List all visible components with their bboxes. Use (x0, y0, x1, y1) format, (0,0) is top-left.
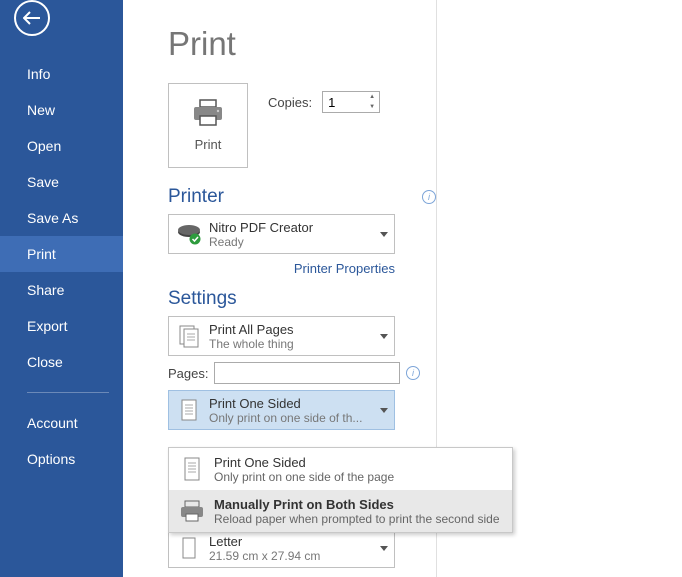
sides-title: Print One Sided (209, 396, 374, 411)
option-title: Manually Print on Both Sides (214, 497, 500, 512)
print-range-sub: The whole thing (209, 337, 374, 351)
sidebar-item-info[interactable]: Info (0, 56, 123, 92)
print-range-title: Print All Pages (209, 322, 374, 337)
option-title: Print One Sided (214, 455, 394, 470)
printer-dropdown[interactable]: Nitro PDF Creator Ready (168, 214, 395, 254)
option-sub: Reload paper when prompted to print the … (214, 512, 500, 526)
sidebar-item-close[interactable]: Close (0, 344, 123, 380)
chevron-down-icon (380, 232, 388, 237)
pages-input[interactable] (214, 362, 400, 384)
page-title: Print (168, 25, 436, 63)
page-icon (180, 536, 198, 560)
sidebar-item-share[interactable]: Share (0, 272, 123, 308)
print-button[interactable]: Print (168, 83, 248, 168)
info-icon[interactable]: i (406, 366, 420, 380)
pages-label: Pages: (168, 366, 208, 381)
one-sided-icon (180, 398, 198, 422)
copies-spinner[interactable]: ▲ ▼ (365, 92, 379, 112)
sidebar-separator (27, 392, 109, 393)
sides-option-manual-duplex[interactable]: Manually Print on Both Sides Reload pape… (169, 490, 512, 532)
paper-sub: 21.59 cm x 27.94 cm (209, 549, 374, 563)
printer-icon (191, 99, 225, 127)
printer-heading: Printer (168, 186, 224, 208)
backstage-sidebar: InfoNewOpenSaveSave AsPrintShareExportCl… (0, 0, 123, 577)
sides-dropdown[interactable]: Print One Sided Only print on one side o… (168, 390, 395, 430)
sidebar-item-save-as[interactable]: Save As (0, 200, 123, 236)
sides-option-one-sided[interactable]: Print One Sided Only print on one side o… (169, 448, 512, 490)
one-sided-icon (181, 455, 203, 483)
back-button[interactable] (14, 0, 50, 36)
sidebar-item-account[interactable]: Account (0, 405, 123, 441)
both-sides-icon (178, 499, 206, 523)
sidebar-item-print[interactable]: Print (0, 236, 123, 272)
printer-properties-link[interactable]: Printer Properties (294, 261, 395, 276)
info-icon[interactable]: i (422, 190, 436, 204)
chevron-down-icon (380, 334, 388, 339)
sides-sub: Only print on one side of th... (209, 411, 374, 425)
pages-icon (178, 324, 200, 348)
copies-label: Copies: (268, 95, 312, 110)
sidebar-item-options[interactable]: Options (0, 441, 123, 477)
printer-status: Ready (209, 235, 374, 249)
chevron-down-icon (380, 408, 388, 413)
sides-dropdown-menu: Print One Sided Only print on one side o… (168, 447, 513, 533)
sidebar-item-save[interactable]: Save (0, 164, 123, 200)
spinner-up-icon[interactable]: ▲ (365, 92, 379, 102)
print-range-dropdown[interactable]: Print All Pages The whole thing (168, 316, 395, 356)
back-arrow-icon (23, 11, 41, 25)
printer-name: Nitro PDF Creator (209, 220, 374, 235)
printer-ready-icon (176, 223, 202, 245)
settings-heading: Settings (168, 288, 237, 310)
option-sub: Only print on one side of the page (214, 470, 394, 484)
paper-size-dropdown[interactable]: Letter 21.59 cm x 27.94 cm (168, 528, 395, 568)
paper-title: Letter (209, 534, 374, 549)
chevron-down-icon (380, 546, 388, 551)
sidebar-item-open[interactable]: Open (0, 128, 123, 164)
sidebar-item-new[interactable]: New (0, 92, 123, 128)
print-button-label: Print (195, 137, 222, 152)
sidebar-item-export[interactable]: Export (0, 308, 123, 344)
spinner-down-icon[interactable]: ▼ (365, 102, 379, 112)
